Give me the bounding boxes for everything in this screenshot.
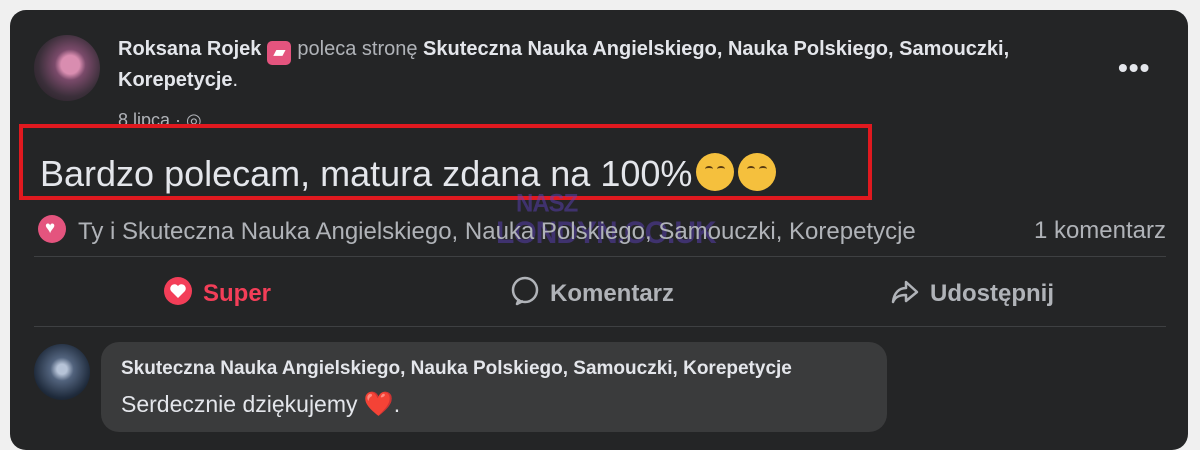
- author-name[interactable]: Roksana Rojek: [118, 38, 261, 60]
- comment-icon: [511, 276, 539, 306]
- recommendation-action: poleca stronę: [297, 38, 418, 60]
- share-button[interactable]: Udostępnij: [890, 276, 1054, 312]
- comment-button[interactable]: Komentarz: [510, 276, 674, 312]
- comment-author[interactable]: Skuteczna Nauka Angielskiego, Nauka Pols…: [121, 358, 792, 380]
- recommendation-icon: ▰: [267, 41, 292, 65]
- smiling-face-icon: [696, 153, 735, 191]
- heart-icon: [164, 277, 192, 305]
- header-period: .: [232, 69, 239, 91]
- smiling-face-icon: [738, 153, 777, 191]
- divider: [34, 326, 1166, 327]
- reactions-summary[interactable]: Ty i Skuteczna Nauka Angielskiego, Nauka…: [38, 215, 916, 248]
- author-avatar[interactable]: [34, 35, 100, 101]
- facebook-post-card: Roksana Rojek ▰ poleca stronę Skuteczna Na…: [10, 10, 1188, 450]
- post-header: Roksana Rojek ▰ poleca stronę Skuteczna Na…: [118, 34, 1078, 96]
- comment-bubble: Skuteczna Nauka Angielskiego, Nauka Pols…: [101, 342, 887, 432]
- comments-count[interactable]: 1 komentarz: [1034, 215, 1166, 247]
- share-icon: [891, 280, 919, 304]
- divider: [34, 256, 1166, 257]
- heart-emoji: ❤️: [363, 391, 394, 418]
- commenter-avatar[interactable]: [34, 344, 90, 400]
- more-options-icon[interactable]: •••: [1118, 52, 1150, 84]
- comment-text: Serdecznie dziękujemy ❤️.: [121, 391, 401, 418]
- super-reaction-button[interactable]: Super: [163, 276, 271, 312]
- heart-reaction-icon: [38, 215, 66, 243]
